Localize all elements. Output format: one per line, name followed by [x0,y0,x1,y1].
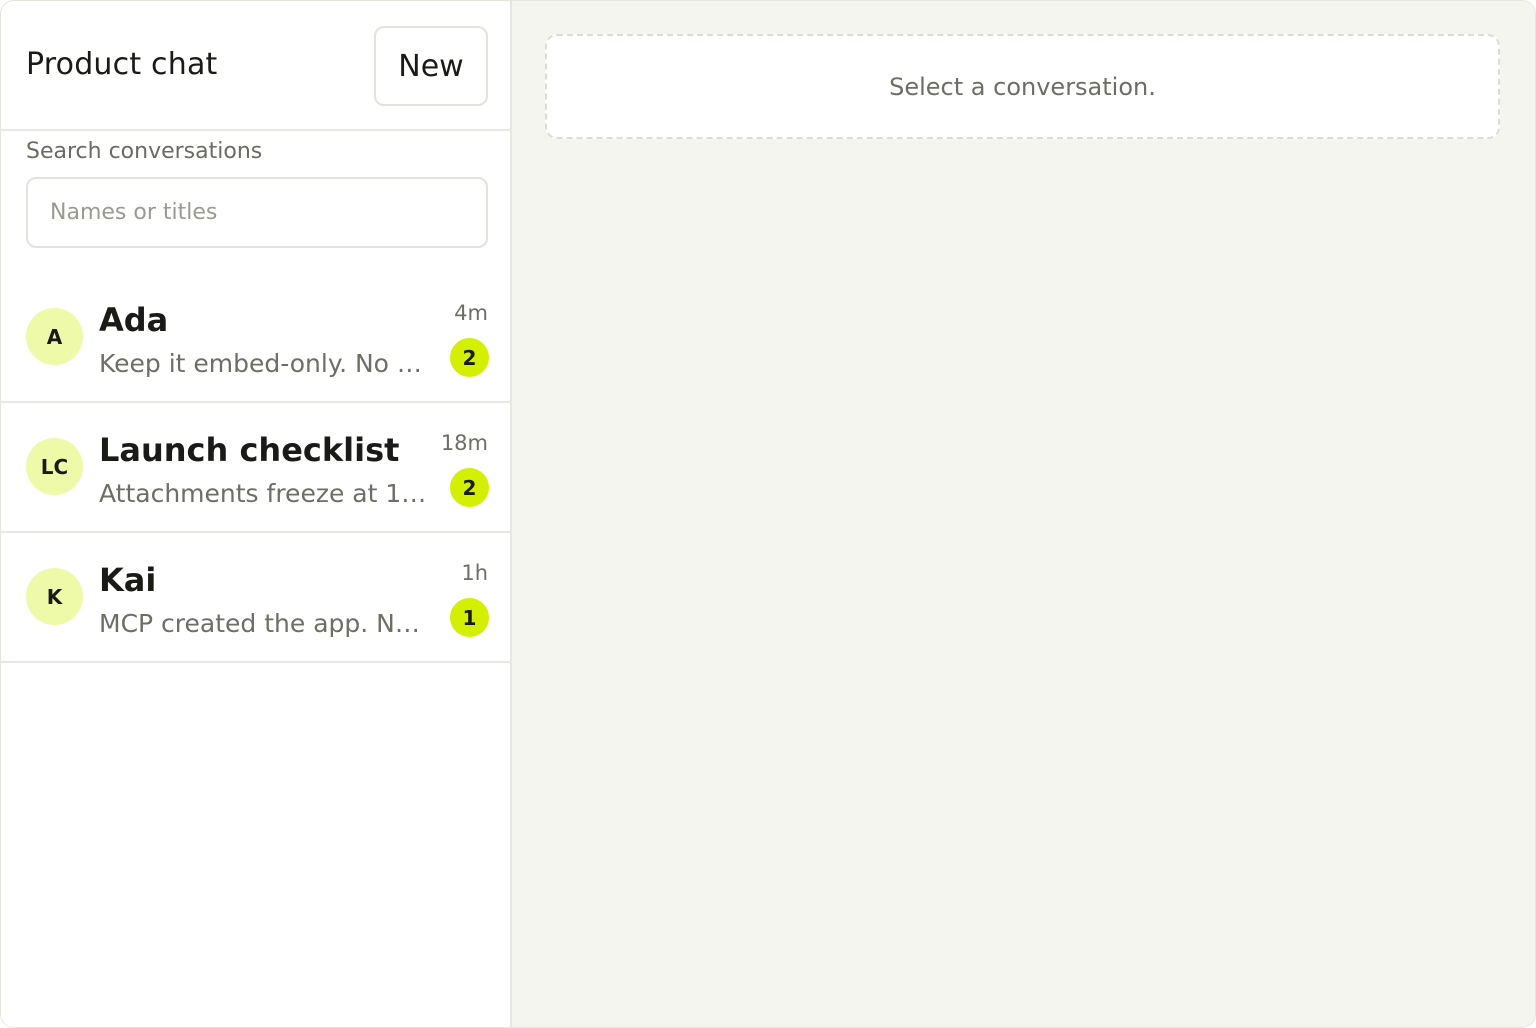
conversation-time: 1h [461,561,488,585]
conversation-preview: MCP created the app. Need... [99,609,431,638]
conversation-item-kai[interactable]: K Kai MCP created the app. Need... 1h 1 [1,533,510,663]
conversation-preview: Keep it embed-only. No pu... [99,349,431,378]
avatar: K [26,568,83,625]
search-input[interactable] [26,177,488,248]
unread-badge: 2 [450,338,489,377]
conversation-name: Kai [99,561,157,599]
unread-badge: 2 [450,468,489,507]
conversation-item-launch-checklist[interactable]: LC Launch checklist Attachments freeze a… [1,403,510,533]
conversation-sidebar: Product chat New Search conversations A … [1,1,512,1027]
app-title: Product chat [26,47,218,82]
conversation-time: 18m [440,431,488,455]
conversation-name: Ada [99,301,169,339]
conversation-name: Launch checklist [99,431,400,469]
search-label: Search conversations [26,139,263,164]
conversation-pane: Select a conversation. [512,1,1535,1027]
new-conversation-button[interactable]: New [374,26,488,106]
avatar: A [26,308,83,365]
avatar: LC [26,438,83,495]
app-window: Product chat New Search conversations A … [0,0,1536,1028]
sidebar-header: Product chat New [1,1,510,131]
conversation-preview: Attachments freeze at 1 GB... [99,479,431,508]
unread-badge: 1 [450,598,489,637]
conversation-item-ada[interactable]: A Ada Keep it embed-only. No pu... 4m 2 [1,273,510,403]
conversation-list: A Ada Keep it embed-only. No pu... 4m 2 … [1,273,510,663]
empty-state-message: Select a conversation. [545,34,1500,139]
conversation-time: 4m [454,301,488,325]
